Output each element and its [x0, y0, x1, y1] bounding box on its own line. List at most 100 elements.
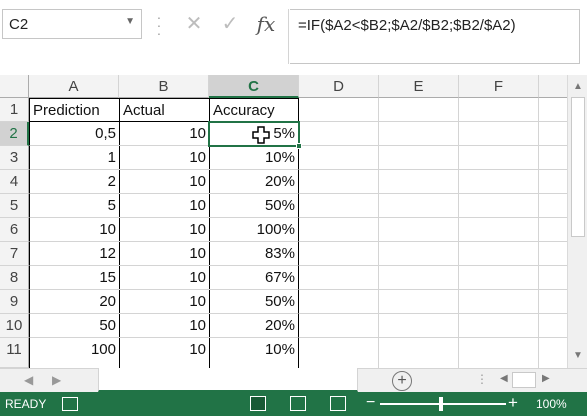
scroll-up-icon[interactable]: ▲ [572, 81, 584, 93]
empty-cell[interactable] [299, 338, 379, 368]
split-handle-icon[interactable]: ⋮ [476, 372, 488, 386]
empty-cell[interactable] [459, 122, 539, 146]
empty-cell[interactable] [539, 338, 567, 368]
header-cell-accuracy[interactable]: Accuracy [209, 98, 299, 122]
empty-cell[interactable] [539, 194, 567, 218]
empty-cell[interactable] [299, 290, 379, 314]
normal-view-icon[interactable] [250, 396, 266, 411]
empty-cell[interactable] [539, 314, 567, 338]
empty-cell[interactable] [539, 266, 567, 290]
row-header-4[interactable]: 4 [0, 170, 29, 194]
sheet-tab[interactable] [98, 368, 358, 392]
name-box[interactable]: C2 ▼ [2, 9, 142, 39]
cell-prediction[interactable]: 100 [29, 338, 120, 368]
row-header-8[interactable]: 8 [0, 266, 29, 290]
zoom-level[interactable]: 100% [536, 397, 567, 411]
empty-cell[interactable] [379, 146, 459, 170]
scroll-left-icon[interactable]: ◀ [500, 373, 508, 384]
empty-cell[interactable] [299, 242, 379, 266]
row-header-7[interactable]: 7 [0, 242, 29, 266]
empty-cell[interactable] [459, 338, 539, 368]
empty-cell[interactable] [379, 194, 459, 218]
empty-cell[interactable] [459, 218, 539, 242]
empty-cell[interactable] [459, 98, 539, 122]
horizontal-scroll-thumb[interactable] [512, 372, 536, 388]
page-break-view-icon[interactable] [330, 396, 346, 411]
cell-prediction[interactable]: 50 [29, 314, 120, 338]
cell-accuracy[interactable]: 67% [209, 266, 299, 290]
cell-prediction[interactable]: 5 [29, 194, 120, 218]
enter-button[interactable]: ✓ [212, 10, 248, 38]
empty-cell[interactable] [379, 266, 459, 290]
cell-prediction[interactable]: 2 [29, 170, 120, 194]
cell-actual[interactable]: 10 [119, 290, 210, 314]
row-header-3[interactable]: 3 [0, 146, 29, 170]
empty-cell[interactable] [379, 122, 459, 146]
empty-cell[interactable] [539, 146, 567, 170]
empty-cell[interactable] [539, 290, 567, 314]
vertical-scrollbar[interactable]: ▲ ▼ [567, 75, 587, 368]
insert-function-button[interactable]: fx [248, 10, 284, 38]
column-header-c[interactable]: C [209, 75, 299, 98]
row-header-5[interactable]: 5 [0, 194, 29, 218]
empty-cell[interactable] [459, 242, 539, 266]
header-cell-prediction[interactable]: Prediction [29, 98, 120, 122]
cell-accuracy[interactable]: 10% [209, 146, 299, 170]
row-header-11[interactable]: 11 [0, 338, 29, 368]
column-header-e[interactable]: E [379, 75, 459, 98]
cell-prediction[interactable]: 15 [29, 266, 120, 290]
empty-cell[interactable] [459, 194, 539, 218]
cell-actual[interactable]: 10 [119, 146, 210, 170]
cell-actual[interactable]: 10 [119, 266, 210, 290]
column-header-d[interactable]: D [299, 75, 379, 98]
column-header-a[interactable]: A [29, 75, 119, 98]
row-header-1[interactable]: 1 [0, 98, 29, 122]
empty-cell[interactable] [379, 314, 459, 338]
empty-cell[interactable] [459, 146, 539, 170]
header-cell-actual[interactable]: Actual [119, 98, 210, 122]
cell-prediction[interactable]: 12 [29, 242, 120, 266]
empty-cell[interactable] [299, 218, 379, 242]
cancel-button[interactable]: ✕ [176, 10, 212, 38]
column-header-f[interactable]: F [459, 75, 539, 98]
cell-actual[interactable]: 10 [119, 194, 210, 218]
zoom-out-button[interactable]: − [366, 394, 375, 412]
tab-scroll-left-icon[interactable]: ◀ [24, 373, 33, 387]
zoom-in-button[interactable]: + [508, 393, 518, 413]
column-header-g[interactable] [539, 75, 567, 98]
scroll-right-icon[interactable]: ▶ [542, 373, 550, 384]
cell-accuracy[interactable]: 50% [209, 194, 299, 218]
cell-accuracy[interactable]: 50% [209, 290, 299, 314]
formula-input[interactable]: =IF($A2<$B2;$A2/$B2;$B2/$A2) [290, 9, 580, 64]
cell-actual[interactable]: 10 [119, 338, 210, 368]
row-header-6[interactable]: 6 [0, 218, 29, 242]
add-sheet-button[interactable]: + [392, 371, 412, 391]
empty-cell[interactable] [299, 314, 379, 338]
zoom-slider-track[interactable] [380, 403, 506, 405]
cell-actual[interactable]: 10 [119, 242, 210, 266]
cell-accuracy[interactable]: 100% [209, 218, 299, 242]
row-header-10[interactable]: 10 [0, 314, 29, 338]
empty-cell[interactable] [539, 170, 567, 194]
vertical-scroll-thumb[interactable] [571, 97, 585, 237]
empty-cell[interactable] [299, 146, 379, 170]
cell-actual[interactable]: 10 [119, 218, 210, 242]
empty-cell[interactable] [299, 170, 379, 194]
empty-cell[interactable] [379, 218, 459, 242]
cell-accuracy[interactable]: 20% [209, 314, 299, 338]
cell-prediction[interactable]: 20 [29, 290, 120, 314]
horizontal-scrollbar[interactable]: ⋮ ◀ ▶ [476, 372, 566, 389]
cell-actual[interactable]: 10 [119, 122, 210, 146]
cell-accuracy[interactable]: 83% [209, 242, 299, 266]
zoom-slider-thumb[interactable] [439, 397, 443, 411]
empty-cell[interactable] [299, 266, 379, 290]
cell-actual[interactable]: 10 [119, 314, 210, 338]
empty-cell[interactable] [379, 170, 459, 194]
cell-accuracy[interactable]: 20% [209, 170, 299, 194]
cell-accuracy[interactable]: 10% [209, 338, 299, 368]
tab-scroll-right-icon[interactable]: ▶ [52, 373, 61, 387]
empty-cell[interactable] [299, 98, 379, 122]
cell-prediction[interactable]: 0,5 [29, 122, 120, 146]
page-layout-view-icon[interactable] [290, 396, 306, 411]
empty-cell[interactable] [539, 218, 567, 242]
